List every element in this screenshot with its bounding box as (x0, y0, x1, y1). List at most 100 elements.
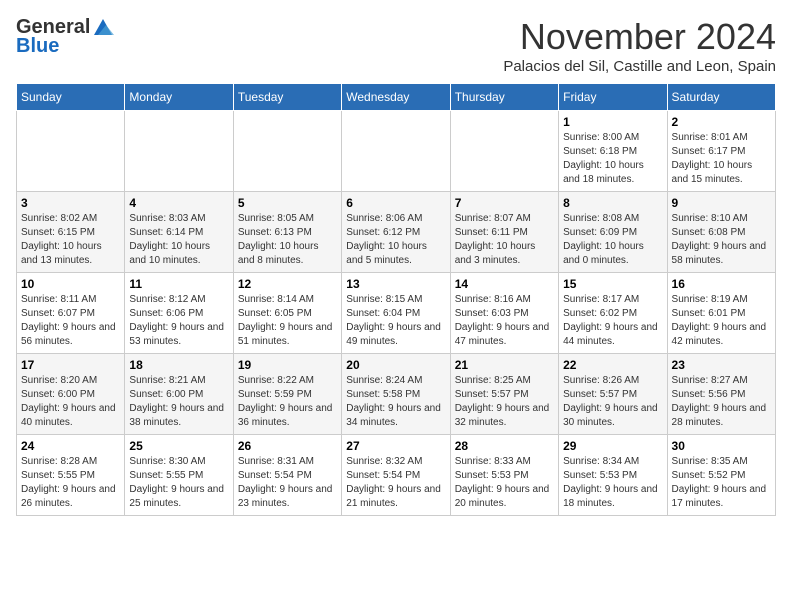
day-number: 5 (238, 196, 337, 210)
day-info: Sunrise: 8:08 AM Sunset: 6:09 PM Dayligh… (563, 212, 662, 268)
calendar-week-2: 3Sunrise: 8:02 AM Sunset: 6:15 PM Daylig… (17, 192, 776, 273)
day-number: 13 (346, 277, 445, 291)
day-number: 19 (238, 358, 337, 372)
day-info: Sunrise: 8:22 AM Sunset: 5:59 PM Dayligh… (238, 374, 337, 430)
day-number: 4 (129, 196, 228, 210)
calendar-cell: 9Sunrise: 8:10 AM Sunset: 6:08 PM Daylig… (667, 192, 775, 273)
day-number: 18 (129, 358, 228, 372)
month-title: November 2024 (503, 16, 776, 58)
day-info: Sunrise: 8:20 AM Sunset: 6:00 PM Dayligh… (21, 374, 120, 430)
day-info: Sunrise: 8:21 AM Sunset: 6:00 PM Dayligh… (129, 374, 228, 430)
day-number: 29 (563, 439, 662, 453)
header: General Blue November 2024 Palacios del … (16, 16, 776, 75)
calendar-cell: 27Sunrise: 8:32 AM Sunset: 5:54 PM Dayli… (342, 435, 450, 516)
calendar-cell: 23 Sunrise: 8:27 AM Sunset: 5:56 PM Dayli… (667, 354, 775, 435)
calendar-cell (342, 111, 450, 192)
day-info: Sunrise: 8:19 AM Sunset: 6:01 PM Dayligh… (672, 293, 771, 349)
day-number: 1 (563, 115, 662, 129)
calendar-cell: 10 Sunrise: 8:11 AM Sunset: 6:07 PM Dayli… (17, 273, 125, 354)
day-info: Sunrise: 8:25 AM Sunset: 5:57 PM Dayligh… (455, 374, 554, 430)
calendar-cell: 29 Sunrise: 8:34 AM Sunset: 5:53 PM Dayli… (559, 435, 667, 516)
calendar-cell (125, 111, 233, 192)
day-number: 10 (21, 277, 120, 291)
logo: General Blue (16, 16, 114, 58)
day-number: 15 (563, 277, 662, 291)
day-number: 20 (346, 358, 445, 372)
day-number: 6 (346, 196, 445, 210)
calendar-week-3: 10 Sunrise: 8:11 AM Sunset: 6:07 PM Dayli… (17, 273, 776, 354)
day-number: 2 (672, 115, 771, 129)
day-info: Sunrise: 8:24 AM Sunset: 5:58 PM Dayligh… (346, 374, 445, 430)
day-info: Sunrise: 8:15 AM Sunset: 6:04 PM Dayligh… (346, 293, 445, 349)
day-info: Sunrise: 8:31 AM Sunset: 5:54 PM Dayligh… (238, 455, 337, 511)
calendar-cell: 7 Sunrise: 8:07 AM Sunset: 6:11 PM Daylig… (450, 192, 558, 273)
calendar-cell: 6Sunrise: 8:06 AM Sunset: 6:12 PM Daylig… (342, 192, 450, 273)
calendar-cell: 25Sunrise: 8:30 AM Sunset: 5:55 PM Dayli… (125, 435, 233, 516)
calendar-cell: 4 Sunrise: 8:03 AM Sunset: 6:14 PM Daylig… (125, 192, 233, 273)
logo-blue: Blue (16, 35, 59, 58)
day-info: Sunrise: 8:11 AM Sunset: 6:07 PM Dayligh… (21, 293, 120, 349)
day-number: 12 (238, 277, 337, 291)
calendar-cell: 21 Sunrise: 8:25 AM Sunset: 5:57 PM Dayli… (450, 354, 558, 435)
day-info: Sunrise: 8:16 AM Sunset: 6:03 PM Dayligh… (455, 293, 554, 349)
day-number: 27 (346, 439, 445, 453)
day-number: 24 (21, 439, 120, 453)
calendar-cell: 13 Sunrise: 8:15 AM Sunset: 6:04 PM Dayli… (342, 273, 450, 354)
calendar-week-5: 24 Sunrise: 8:28 AM Sunset: 5:55 PM Dayli… (17, 435, 776, 516)
calendar-header-tuesday: Tuesday (233, 84, 341, 111)
day-number: 22 (563, 358, 662, 372)
day-info: Sunrise: 8:26 AM Sunset: 5:57 PM Dayligh… (563, 374, 662, 430)
day-info: Sunrise: 8:30 AM Sunset: 5:55 PM Dayligh… (129, 455, 228, 511)
calendar: SundayMondayTuesdayWednesdayThursdayFrid… (16, 83, 776, 516)
calendar-cell: 5 Sunrise: 8:05 AM Sunset: 6:13 PM Daylig… (233, 192, 341, 273)
title-area: November 2024 Palacios del Sil, Castille… (503, 16, 776, 75)
calendar-cell: 26 Sunrise: 8:31 AM Sunset: 5:54 PM Dayli… (233, 435, 341, 516)
calendar-cell (450, 111, 558, 192)
day-info: Sunrise: 8:34 AM Sunset: 5:53 PM Dayligh… (563, 455, 662, 511)
calendar-cell: 1 Sunrise: 8:00 AM Sunset: 6:18 PM Daylig… (559, 111, 667, 192)
day-info: Sunrise: 8:14 AM Sunset: 6:05 PM Dayligh… (238, 293, 337, 349)
day-number: 11 (129, 277, 228, 291)
day-number: 16 (672, 277, 771, 291)
calendar-cell: 3Sunrise: 8:02 AM Sunset: 6:15 PM Daylig… (17, 192, 125, 273)
calendar-header-thursday: Thursday (450, 84, 558, 111)
calendar-cell: 8 Sunrise: 8:08 AM Sunset: 6:09 PM Daylig… (559, 192, 667, 273)
day-info: Sunrise: 8:03 AM Sunset: 6:14 PM Dayligh… (129, 212, 228, 268)
calendar-cell: 24 Sunrise: 8:28 AM Sunset: 5:55 PM Dayli… (17, 435, 125, 516)
calendar-cell: 14Sunrise: 8:16 AM Sunset: 6:03 PM Dayli… (450, 273, 558, 354)
calendar-cell: 30Sunrise: 8:35 AM Sunset: 5:52 PM Dayli… (667, 435, 775, 516)
day-info: Sunrise: 8:28 AM Sunset: 5:55 PM Dayligh… (21, 455, 120, 511)
calendar-cell: 16 Sunrise: 8:19 AM Sunset: 6:01 PM Dayli… (667, 273, 775, 354)
calendar-cell (233, 111, 341, 192)
day-number: 28 (455, 439, 554, 453)
calendar-header-saturday: Saturday (667, 84, 775, 111)
calendar-cell: 28 Sunrise: 8:33 AM Sunset: 5:53 PM Dayli… (450, 435, 558, 516)
day-number: 9 (672, 196, 771, 210)
day-number: 17 (21, 358, 120, 372)
day-info: Sunrise: 8:33 AM Sunset: 5:53 PM Dayligh… (455, 455, 554, 511)
day-info: Sunrise: 8:05 AM Sunset: 6:13 PM Dayligh… (238, 212, 337, 268)
calendar-cell: 12 Sunrise: 8:14 AM Sunset: 6:05 PM Dayli… (233, 273, 341, 354)
day-info: Sunrise: 8:35 AM Sunset: 5:52 PM Dayligh… (672, 455, 771, 511)
day-info: Sunrise: 8:17 AM Sunset: 6:02 PM Dayligh… (563, 293, 662, 349)
day-number: 26 (238, 439, 337, 453)
calendar-cell: 19 Sunrise: 8:22 AM Sunset: 5:59 PM Dayli… (233, 354, 341, 435)
day-info: Sunrise: 8:07 AM Sunset: 6:11 PM Dayligh… (455, 212, 554, 268)
calendar-cell: 20 Sunrise: 8:24 AM Sunset: 5:58 PM Dayli… (342, 354, 450, 435)
day-info: Sunrise: 8:01 AM Sunset: 6:17 PM Dayligh… (672, 131, 771, 187)
calendar-cell: 15 Sunrise: 8:17 AM Sunset: 6:02 PM Dayli… (559, 273, 667, 354)
calendar-cell: 2 Sunrise: 8:01 AM Sunset: 6:17 PM Daylig… (667, 111, 775, 192)
day-number: 23 (672, 358, 771, 372)
calendar-cell: 11Sunrise: 8:12 AM Sunset: 6:06 PM Dayli… (125, 273, 233, 354)
calendar-header-friday: Friday (559, 84, 667, 111)
day-number: 8 (563, 196, 662, 210)
calendar-header-wednesday: Wednesday (342, 84, 450, 111)
day-info: Sunrise: 8:27 AM Sunset: 5:56 PM Dayligh… (672, 374, 771, 430)
day-info: Sunrise: 8:02 AM Sunset: 6:15 PM Dayligh… (21, 212, 120, 268)
day-info: Sunrise: 8:00 AM Sunset: 6:18 PM Dayligh… (563, 131, 662, 187)
day-number: 21 (455, 358, 554, 372)
day-number: 7 (455, 196, 554, 210)
calendar-cell: 17 Sunrise: 8:20 AM Sunset: 6:00 PM Dayli… (17, 354, 125, 435)
calendar-cell (17, 111, 125, 192)
calendar-week-4: 17 Sunrise: 8:20 AM Sunset: 6:00 PM Dayli… (17, 354, 776, 435)
